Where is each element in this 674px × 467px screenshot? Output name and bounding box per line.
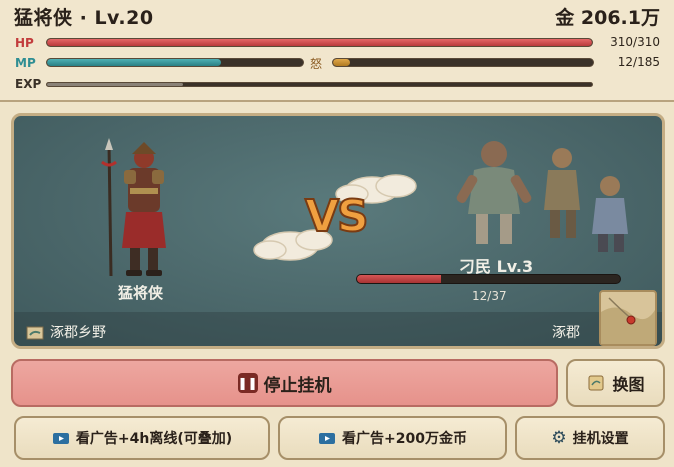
- exp-label: EXP: [15, 77, 42, 91]
- mp-bar: [46, 58, 304, 67]
- battle-scene: 猛将侠 VS 刁民 Lv.3 12/37 涿郡乡野 涿郡: [11, 113, 665, 349]
- gold-counter: 金 206.1万: [555, 7, 660, 29]
- pause-icon: ❚❚: [237, 373, 258, 393]
- location-region: 涿郡: [552, 325, 580, 341]
- status-panel: 猛将侠 · Lv.20 金 206.1万 HP 310/310 MP 怒 12/…: [0, 0, 674, 102]
- rage-bar: [332, 58, 594, 67]
- stop-idle-label: 停止挂机: [263, 375, 332, 396]
- stop-idle-button[interactable]: ❚❚ 停止挂机: [11, 359, 558, 407]
- change-map-label: 换图: [612, 375, 645, 394]
- enemy-hp-bar: [356, 274, 621, 284]
- rage-label: 怒: [310, 57, 323, 71]
- hp-value: 310/310: [610, 35, 660, 49]
- scroll-map-icon: [588, 375, 604, 391]
- enemy-bandits-sprite: [456, 141, 628, 252]
- hero-name: 猛将侠: [118, 284, 164, 302]
- hp-label: HP: [15, 36, 34, 50]
- ad-gold-button[interactable]: 看广告+200万金币: [278, 416, 507, 460]
- rage-bar-fill: [333, 59, 350, 66]
- map-icon: [26, 326, 44, 340]
- location-area: 涿郡乡野: [26, 322, 106, 342]
- tv-ad-icon: [52, 433, 69, 444]
- enemy-hp-value: 12/37: [472, 289, 507, 303]
- exp-bar: [46, 82, 593, 87]
- mp-bar-fill: [47, 59, 222, 66]
- minimap[interactable]: [599, 290, 657, 346]
- enemy-hp-fill: [357, 275, 442, 283]
- rage-value: 12/185: [617, 55, 660, 69]
- idle-settings-label: 挂机设置: [572, 431, 629, 447]
- vs-emblem: VS: [304, 190, 370, 243]
- change-map-button[interactable]: 换图: [566, 359, 665, 407]
- idle-settings-button[interactable]: ⚙ 挂机设置: [515, 416, 665, 460]
- ad-offline-button[interactable]: 看广告+4h离线(可叠加): [14, 416, 270, 460]
- ad-gold-label: 看广告+200万金币: [342, 431, 467, 447]
- exp-bar-fill: [47, 83, 184, 86]
- game-screen: 猛将侠 · Lv.20 金 206.1万 HP 310/310 MP 怒 12/…: [0, 0, 674, 467]
- minimap-terrain-icon: [601, 297, 655, 344]
- mp-label: MP: [15, 56, 36, 70]
- hp-bar: [46, 38, 593, 47]
- hp-bar-fill: [47, 39, 592, 46]
- tv-ad-icon: [319, 433, 336, 444]
- player-title: 猛将侠 · Lv.20: [14, 7, 154, 29]
- gear-icon: ⚙: [551, 428, 567, 448]
- hero-general-sprite: [101, 138, 166, 277]
- location-area-name: 涿郡乡野: [50, 325, 106, 341]
- ad-offline-label: 看广告+4h离线(可叠加): [75, 431, 233, 447]
